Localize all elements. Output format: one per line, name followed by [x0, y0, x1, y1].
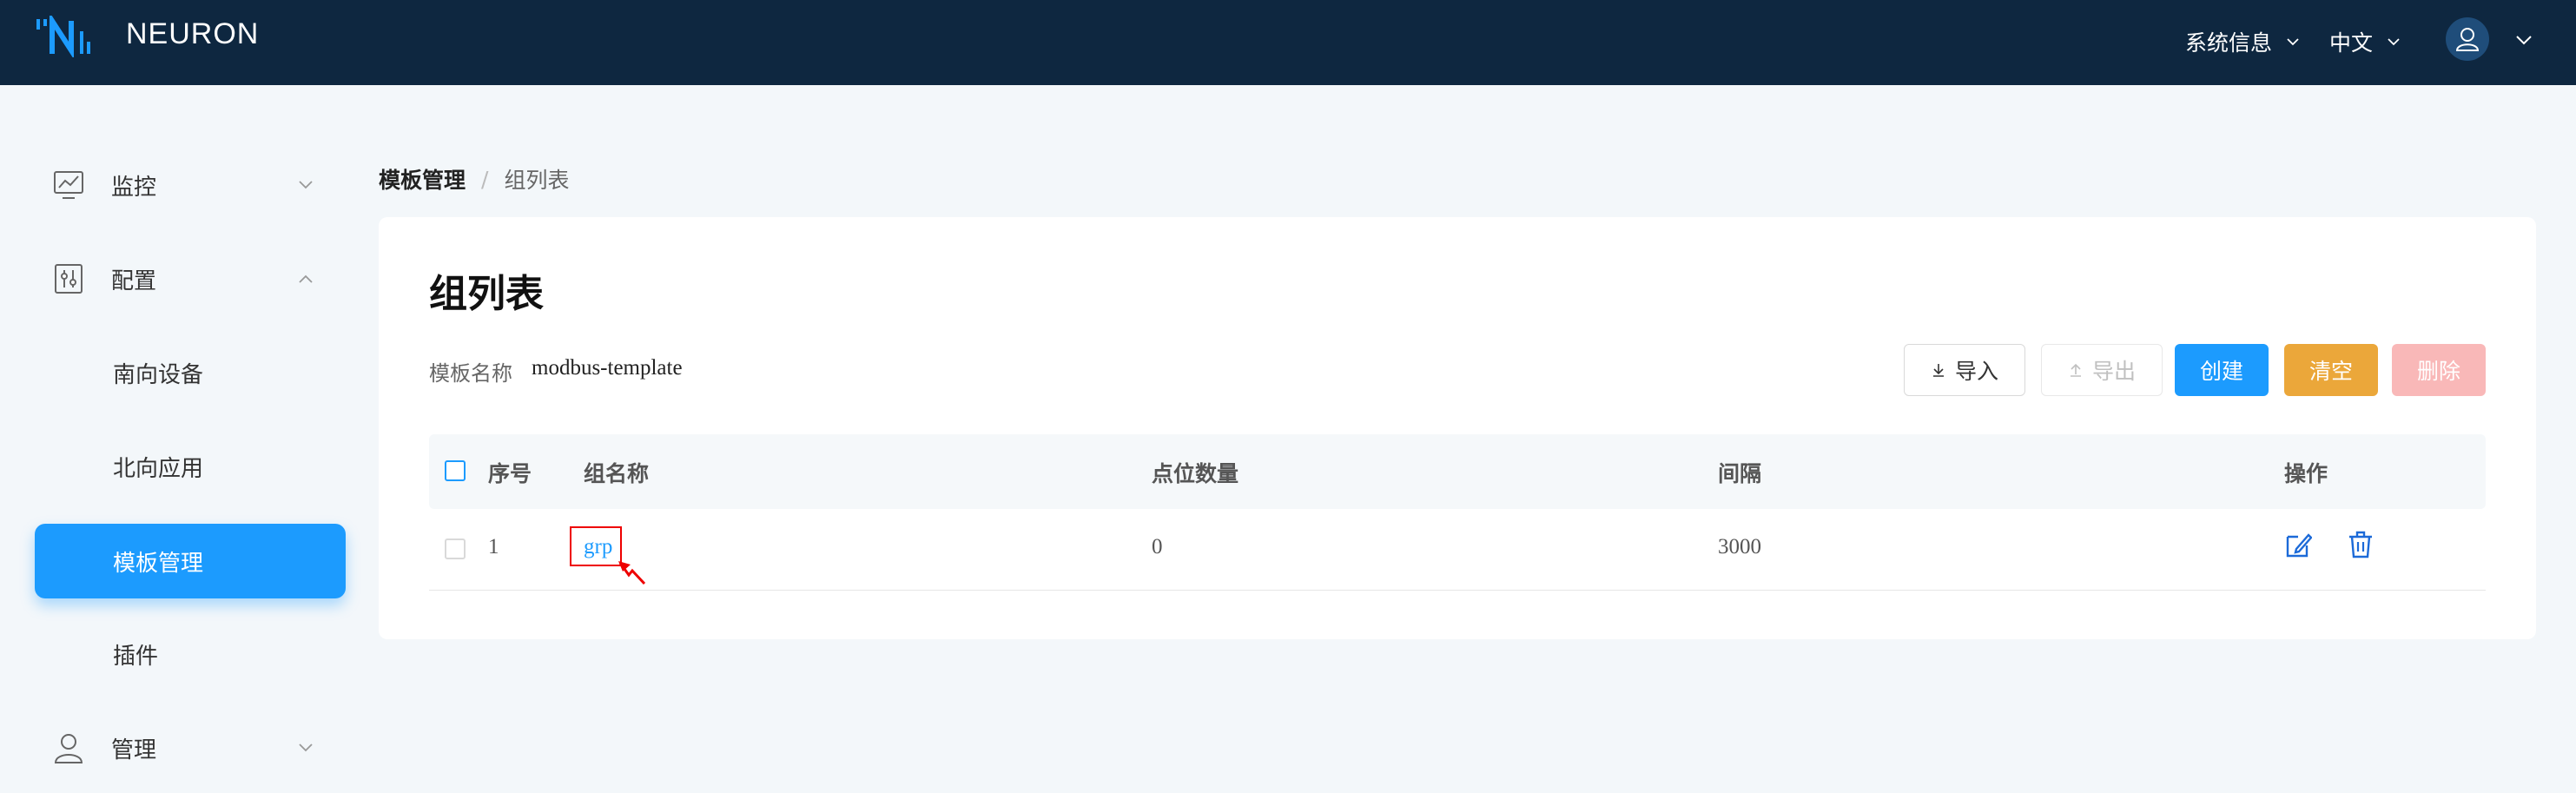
column-header-index: 序号 — [488, 461, 532, 486]
brand-name: NEURON — [126, 17, 260, 50]
sidebar-item-monitor[interactable]: 监控 — [35, 148, 346, 222]
group-list-card: 组列表 模板名称 modbus-template 导入 导出 创建 清空 删除 … — [379, 217, 2536, 639]
import-button[interactable]: 导入 — [1904, 344, 2025, 396]
template-name-label: 模板名称 — [429, 361, 512, 386]
column-header-actions: 操作 — [2284, 461, 2328, 486]
user-icon — [54, 734, 83, 763]
clear-button[interactable]: 清空 — [2284, 344, 2378, 396]
chevron-down-icon — [299, 181, 313, 189]
user-avatar[interactable] — [2446, 17, 2489, 61]
template-name-value: modbus-template — [532, 356, 683, 380]
upload-icon — [2070, 363, 2081, 377]
page-title: 组列表 — [429, 272, 544, 316]
breadcrumb-parent-link[interactable]: 模板管理 — [379, 163, 466, 195]
sidebar-item-template-management[interactable]: 模板管理 — [35, 524, 346, 598]
column-header-interval: 间隔 — [1718, 461, 1762, 486]
sidebar-item-admin[interactable]: 管理 — [35, 710, 346, 785]
create-button[interactable]: 创建 — [2175, 344, 2269, 396]
sidebar-item-label: 插件 — [113, 643, 159, 670]
neuron-logo-icon — [36, 16, 90, 57]
table-header: 序号 组名称 点位数量 间隔 操作 — [429, 434, 2486, 509]
chevron-down-icon — [2287, 38, 2299, 46]
monitor-chart-icon — [54, 171, 83, 199]
delete-button[interactable]: 删除 — [2392, 344, 2486, 396]
sidebar-item-label: 配置 — [111, 268, 157, 294]
system-info-menu[interactable]: 系统信息 — [2185, 26, 2300, 57]
column-header-tag-count: 点位数量 — [1152, 461, 1239, 486]
download-icon — [1932, 364, 1944, 377]
export-button[interactable]: 导出 — [2041, 344, 2163, 396]
language-label: 中文 — [2329, 30, 2374, 56]
breadcrumb-separator: / — [481, 166, 489, 192]
sidebar-item-label: 南向设备 — [113, 361, 204, 388]
top-header: NEURON 系统信息 中文 — [0, 0, 2576, 85]
sidebar-item-north-apps[interactable]: 北向应用 — [35, 429, 346, 504]
row-checkbox[interactable] — [445, 539, 466, 559]
table-row: 1 grp 0 3000 — [429, 509, 2486, 591]
tag-count-value: 0 — [1152, 535, 1163, 558]
export-label: 导出 — [2091, 359, 2136, 384]
sidebar-item-south-devices[interactable]: 南向设备 — [35, 335, 346, 410]
select-all-checkbox[interactable] — [445, 460, 466, 481]
sidebar-item-label: 监控 — [111, 174, 157, 201]
sidebar-item-config[interactable]: 配置 — [35, 241, 346, 316]
delete-icon[interactable] — [2347, 530, 2375, 559]
chevron-down-icon — [2388, 38, 2400, 46]
sidebar-item-label: 北向应用 — [113, 455, 204, 482]
breadcrumb-current: 组列表 — [504, 168, 570, 193]
chevron-down-icon — [299, 743, 313, 752]
sidebar-item-plugins[interactable]: 插件 — [35, 617, 346, 691]
edit-icon[interactable] — [2284, 530, 2312, 559]
pointer-arrow-icon — [618, 561, 646, 585]
row-index: 1 — [488, 535, 499, 558]
sidebar-item-label: 模板管理 — [113, 550, 204, 577]
breadcrumb: 模板管理 / 组列表 — [379, 163, 569, 195]
group-name-link[interactable]: grp — [584, 535, 612, 559]
user-icon — [2455, 28, 2480, 51]
system-info-label: 系统信息 — [2185, 30, 2273, 56]
sliders-icon — [55, 264, 83, 294]
import-label: 导入 — [1954, 359, 1998, 384]
interval-value: 3000 — [1718, 535, 1761, 558]
language-menu[interactable]: 中文 — [2329, 26, 2401, 57]
chevron-up-icon — [299, 274, 313, 283]
sidebar-item-label: 管理 — [111, 737, 157, 763]
user-menu-chevron-icon[interactable] — [2515, 33, 2533, 47]
column-header-group-name: 组名称 — [584, 461, 650, 486]
